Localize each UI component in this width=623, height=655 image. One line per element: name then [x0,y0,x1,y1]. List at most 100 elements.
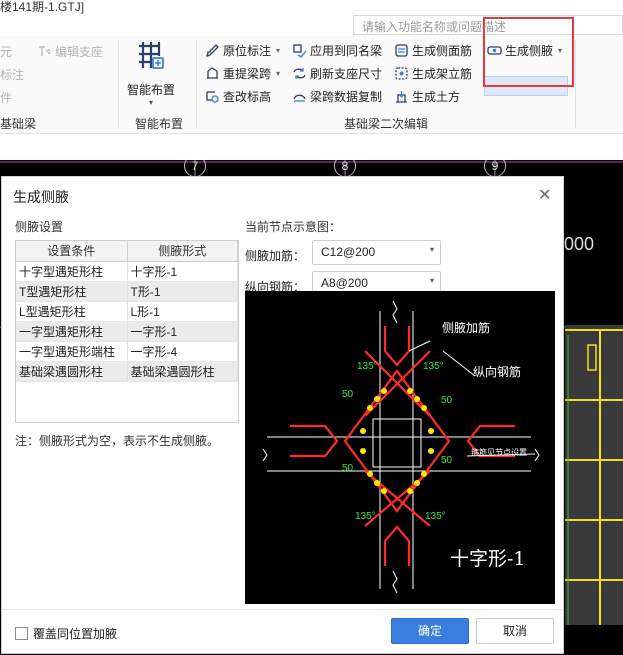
check-elevation-label: 查改标高 [223,90,272,104]
smart-layout-button[interactable]: 智能布置 ▾ [121,40,181,107]
table-row[interactable]: 十字型遇矩形柱 十字形-1 [16,261,238,282]
dimension-label: 50 [441,395,453,406]
table-row[interactable]: 基础梁遇圆形柱 基础梁遇圆形柱 [16,361,238,382]
chevron-down-icon: ▾ [429,245,434,254]
refresh-support-size-label: 刷新支座尺寸 [310,67,383,81]
re-extract-span-label: 重提梁跨 [223,67,272,81]
chevron-down-icon: ▾ [429,276,434,285]
cell-form[interactable]: 一字形-1 [127,321,238,342]
in-place-annotation-label: 原位标注 [223,44,272,58]
cell-condition: 基础梁遇圆形柱 [16,361,128,382]
check-elevation-button[interactable]: 查改标高 [205,88,271,105]
dimension-text: 000 [564,234,595,254]
dimension-label: 50 [342,389,354,400]
span-data-copy-button[interactable]: 梁跨数据复制 [292,88,382,105]
table-row[interactable]: T型遇矩形柱 T形-1 [16,281,238,302]
gen-earthwork-button[interactable]: 生成土方 [394,88,460,105]
erection-rebar-icon [395,67,408,80]
generate-haunch-dialog: 生成侧腋 ✕ 侧腋设置 设置条件 侧腋形式 十字型遇矩形柱 十字形-1 T型遇矩… [1,176,564,654]
chevron-down-icon: ▾ [276,46,281,55]
dimension-label: 50 [342,463,354,474]
ribbon-item-cut-1[interactable]: 元 [0,43,12,60]
ribbon-divider [575,40,576,128]
haunch-settings-table: 设置条件 侧腋形式 十字型遇矩形柱 十字形-1 T型遇矩形柱 T形-1 L型遇矩… [15,240,239,423]
haunch-settings-label: 侧腋设置 [15,220,64,234]
edit-support-button[interactable]: 编辑支座 [37,43,103,60]
angle-label: 135° [357,361,378,372]
check-elevation-icon [206,91,219,103]
ribbon-divider [118,40,119,128]
label-stirrup-note: 箍筋见节点设置 [471,448,527,457]
cell-form[interactable]: T形-1 [127,281,238,302]
table-header: 设置条件 侧腋形式 [16,241,238,262]
ribbon-item-cut-2[interactable]: 标注 [0,66,24,83]
edit-support-icon [39,46,51,56]
cell-form[interactable]: 十字形-1 [127,261,238,282]
side-rebar-icon [395,44,408,57]
gen-earthwork-label: 生成土方 [412,90,461,104]
haunch-rebar-label: 侧腋加筋： [245,249,306,263]
refresh-support-size-button[interactable]: 刷新支座尺寸 [292,65,382,82]
angle-label: 135° [355,511,376,522]
ribbon-item-label: 元 [0,45,13,59]
diagram-caption: 十字形-1 [450,548,526,570]
title-bar: 楼141期-1.GTJ] [0,0,623,14]
re-extract-icon [207,67,218,79]
apply-same-beam-button[interactable]: 应用到同名梁 [292,42,382,59]
haunch-rebar-select[interactable]: C12@200 ▾ [312,240,441,265]
dimension-label: 50 [441,455,453,466]
gen-erection-rebar-label: 生成架立筋 [412,67,473,81]
checkbox-label: 覆盖同位置加腋 [33,627,118,641]
highlight-annotation-box [483,17,574,87]
node-diagram-preview: 侧腋加筋 纵向钢筋 箍筋见节点设置 135° 135° 135° 135° 50… [245,291,555,604]
group-label-smart: 智能布置 [135,117,184,131]
in-place-annotation-button[interactable]: 原位标注 ▾ [205,42,280,59]
table-row[interactable]: 一字型遇矩形柱 一字形-1 [16,321,238,342]
copy-span-icon [293,94,306,102]
group-label-secondary-edit: 基础梁二次编辑 [344,117,429,131]
span-data-copy-label: 梁跨数据复制 [310,90,383,104]
cancel-button[interactable]: 取消 [476,618,554,644]
note-text: 注：侧腋形式为空，表示不生成侧腋。 [15,434,220,448]
table-row[interactable]: L型遇矩形柱 L形-1 [16,301,238,322]
cell-condition: T型遇矩形柱 [16,281,128,302]
smart-layout-label: 智能布置 [126,83,175,97]
chevron-down-icon: ▾ [148,98,153,107]
cell-condition: 一字型遇矩形柱 [16,321,128,342]
refresh-icon [293,68,306,79]
chevron-down-icon: ▾ [276,69,281,78]
ok-button[interactable]: 确定 [391,618,469,644]
ribbon-item-label: 件 [0,91,13,105]
annotation-icon [205,44,219,58]
gen-erection-rebar-button[interactable]: 生成架立筋 [394,65,472,82]
gen-side-rebar-button[interactable]: 生成侧面筋 [394,42,472,59]
overwrite-haunch-checkbox[interactable]: 覆盖同位置加腋 [15,625,117,642]
smart-layout-icon [139,42,164,69]
table-row[interactable]: 一字型遇矩形端柱 一字形-4 [16,341,238,362]
ribbon-item-label: 标注 [0,68,25,82]
angle-label: 135° [423,361,444,372]
cell-form[interactable]: 一字形-4 [127,341,238,362]
ribbon-item-cut-3[interactable]: 件 [0,89,12,106]
node-diagram-label: 当前节点示意图： [245,220,342,234]
group-label-basic-beam: 基础梁 [0,117,37,131]
cell-form[interactable]: L形-1 [127,301,238,322]
cell-form[interactable]: 基础梁遇圆形柱 [127,361,238,382]
cell-condition: L型遇矩形柱 [16,301,128,322]
label-long-rebar: 纵向钢筋 [473,365,522,379]
edit-support-label: 编辑支座 [55,45,104,59]
haunch-rebar-value: C12@200 [321,245,376,259]
dialog-footer-divider [2,609,563,610]
checkbox-box[interactable] [15,627,28,640]
label-haunch-rebar: 侧腋加筋 [442,321,491,335]
earthwork-icon [396,91,407,103]
re-extract-span-button[interactable]: 重提梁跨 ▾ [205,65,280,82]
apply-same-icon [293,44,307,58]
angle-label: 135° [425,511,446,522]
gen-side-rebar-label: 生成侧面筋 [412,44,473,58]
column-header-condition: 设置条件 [16,241,128,262]
cell-condition: 十字型遇矩形柱 [16,261,128,282]
close-icon[interactable]: ✕ [538,185,551,205]
window-title: 楼141期-1.GTJ] [0,0,85,14]
column-header-form: 侧腋形式 [127,241,238,262]
